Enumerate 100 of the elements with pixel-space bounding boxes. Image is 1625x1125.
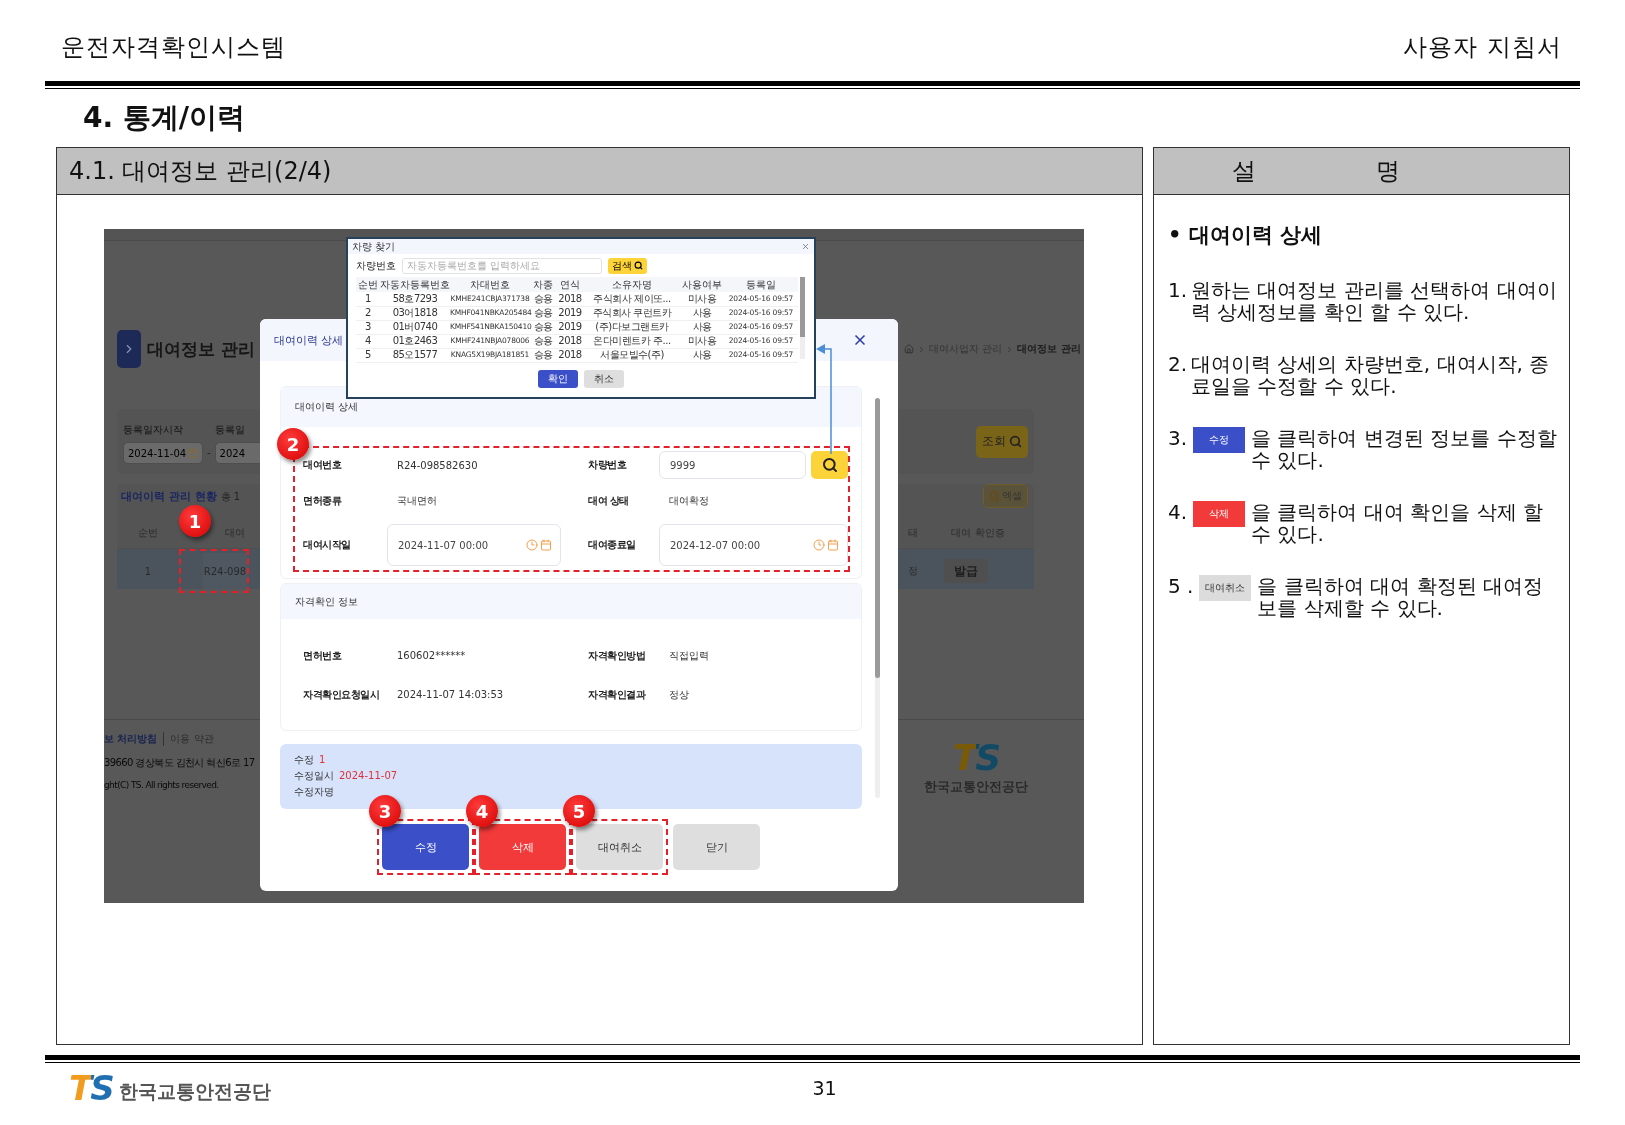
- copyright-text: ght(C) TS. All rights reserved.: [104, 780, 220, 790]
- step-number: 2.: [1168, 353, 1188, 375]
- breadcrumb-link[interactable]: 대여정보 관리: [1017, 342, 1081, 356]
- action-button[interactable]: 취소: [584, 369, 624, 388]
- search-button[interactable]: 조회: [976, 425, 1028, 458]
- table-cell: 서울모빌수(주): [584, 348, 680, 362]
- action-button[interactable]: 확인: [538, 369, 578, 388]
- step-number: 4.: [1168, 501, 1188, 523]
- field-label: 등록일자시작: [123, 423, 184, 437]
- field-label: 차량번호: [588, 458, 628, 472]
- column-header: 자동차등록번호: [380, 277, 450, 292]
- scrollbar[interactable]: [800, 277, 805, 359]
- date-field[interactable]: 2024-12-07 00:00: [659, 524, 848, 566]
- table-cell: 2: [356, 306, 380, 320]
- table-cell: 2019: [556, 306, 584, 320]
- action-button[interactable]: 닫기: [673, 824, 760, 870]
- calendar-icon: [827, 539, 839, 551]
- table-cell: 2018: [556, 334, 584, 348]
- calendar-icon: [188, 448, 198, 458]
- table-cell: 03어1818: [380, 306, 450, 320]
- file-icon: [989, 490, 1000, 502]
- table-cell: 주식회사 제이또...: [584, 292, 680, 306]
- table-cell: 승용: [530, 348, 556, 362]
- table-cell: 85오1577: [380, 348, 450, 362]
- clock-icon: [813, 539, 825, 551]
- search-button[interactable]: [811, 451, 848, 479]
- field-value: 대여확정: [668, 494, 710, 508]
- step-marker: 2: [277, 428, 309, 460]
- field-label: 면허종류: [303, 494, 343, 508]
- footer-link[interactable]: 보 처리방침: [104, 732, 158, 746]
- column-header: 연식: [556, 277, 584, 292]
- step-number: 5 .: [1168, 575, 1194, 597]
- document-title: 사용자 지침서: [1403, 32, 1562, 63]
- org-name: 한국교통안전공단: [118, 1079, 271, 1104]
- column-header: 소유자명: [584, 277, 680, 292]
- close-icon[interactable]: [852, 332, 868, 348]
- panel-title: 명: [1376, 156, 1400, 187]
- field-label: 대여번호: [303, 458, 343, 472]
- date-field[interactable]: 2024-11-07 00:00: [387, 524, 561, 566]
- table-cell: 미사용: [680, 292, 724, 306]
- step-number: 1.: [1168, 279, 1188, 301]
- history-label: 수정일시: [294, 769, 334, 783]
- home-icon[interactable]: [904, 344, 914, 354]
- input-field[interactable]: 9999: [659, 451, 806, 479]
- column-header: 사용여부: [680, 277, 724, 292]
- column-header: 차종: [530, 277, 556, 292]
- page-title: 대여정보 관리: [147, 337, 255, 361]
- table-cell: 58호7293: [380, 292, 450, 306]
- list-title: 대여이력 관리 현황: [121, 489, 217, 504]
- step-number: 3.: [1168, 427, 1188, 449]
- table-cell: 주식회사 쿠런트카: [584, 306, 680, 320]
- action-button[interactable]: 수정: [382, 824, 469, 870]
- section-title: 대여이력 상세: [295, 400, 359, 414]
- table-cell: 01버0740: [380, 320, 450, 334]
- field-label: 차량번호: [356, 260, 396, 271]
- button-image: 삭제: [1193, 501, 1246, 527]
- table-cell: 미사용: [680, 334, 724, 348]
- field-label: 자격확인방법: [588, 648, 646, 663]
- button-image: 대여취소: [1199, 575, 1252, 601]
- history-label: 수정자명: [294, 785, 334, 799]
- action-button[interactable]: 대여취소: [576, 824, 663, 870]
- field-value: 2024-11-07 14:03:53: [396, 689, 505, 700]
- chevron-icon: [117, 330, 141, 368]
- calendar-icon: [540, 539, 552, 551]
- popup-title: 차량 찾기: [352, 241, 396, 252]
- search-field[interactable]: 자동차등록번호를 입력하세요: [402, 257, 602, 274]
- column-header: 등록일: [724, 277, 798, 292]
- history-value: 1: [319, 753, 326, 767]
- step-marker: 1: [179, 505, 211, 537]
- system-name: 운전자격확인시스템: [61, 32, 286, 63]
- page-number: 31: [812, 1077, 837, 1099]
- clock-icon: [526, 539, 538, 551]
- address-text: 39660 경상북도 김천시 혁신6로 17: [104, 756, 256, 770]
- action-button[interactable]: 삭제: [479, 824, 566, 870]
- scrollbar[interactable]: [875, 398, 880, 798]
- table-cell: 01호2463: [380, 334, 450, 348]
- table-cell: 승용: [530, 292, 556, 306]
- search-icon: [634, 261, 643, 270]
- table-cell: 1: [356, 292, 380, 306]
- field-value: 직접입력: [668, 648, 710, 663]
- table-cell: 4: [356, 334, 380, 348]
- field-label: 자격확인요청일시: [303, 687, 380, 702]
- table-cell: 사용: [680, 320, 724, 334]
- panel-title: 4.1. 대여정보 관리(2/4): [69, 156, 332, 187]
- range-separator: -: [207, 447, 211, 460]
- step-text: 을 클릭하여 대여 확정된 대여정보를 삭제할 수 있다.: [1257, 575, 1544, 619]
- date-field[interactable]: 2024-11-04: [123, 442, 203, 464]
- table-cell: 2018: [556, 292, 584, 306]
- step-text: 을 클릭하여 변경된 정보를 수정할 수 있다.: [1251, 427, 1557, 471]
- search-button[interactable]: 검색: [608, 257, 647, 274]
- step-text: 대여이력 상세의 차량번호, 대여시작, 종료일을 수정할 수 있다.: [1191, 353, 1551, 397]
- panel-title: 설: [1232, 156, 1256, 187]
- field-label: 대여종료일: [588, 538, 637, 552]
- column-header: 차대번호: [450, 277, 530, 292]
- table-cell: 승용: [530, 334, 556, 348]
- history-value: 2024-11-07: [339, 769, 398, 783]
- table-cell: 사용: [680, 306, 724, 320]
- field-value: 정상: [668, 687, 690, 702]
- section-title: 자격확인 정보: [295, 594, 359, 609]
- field-label: 면허번호: [303, 648, 343, 663]
